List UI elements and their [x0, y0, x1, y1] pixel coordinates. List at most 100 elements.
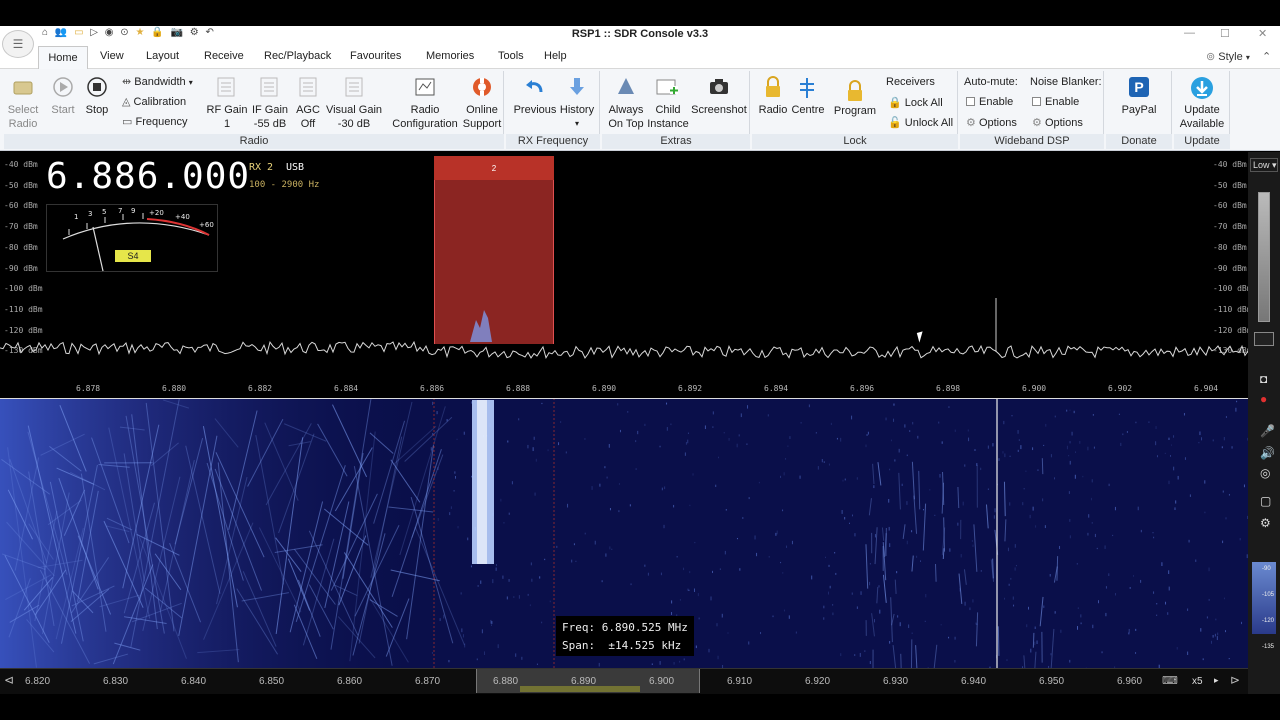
- always-on-top-icon: [618, 78, 634, 94]
- online-support-button[interactable]: Online Support: [460, 103, 504, 131]
- update-label-2: Available: [1179, 118, 1225, 130]
- gain-slider[interactable]: [1258, 192, 1270, 322]
- update-group-label: Update: [1174, 134, 1230, 149]
- lock-all-button[interactable]: 🔒 Lock All: [888, 96, 943, 109]
- menu-tools[interactable]: Tools: [498, 50, 524, 62]
- frequency-button[interactable]: ▭ Frequency: [122, 115, 187, 128]
- tab-home[interactable]: Home: [38, 46, 88, 69]
- frequency-display[interactable]: 6.886.000: [46, 156, 250, 197]
- camera-icon: [710, 79, 728, 94]
- window-icon[interactable]: ▢: [1260, 494, 1271, 508]
- microphone-icon[interactable]: 🎤: [1260, 424, 1275, 438]
- slider-thumb[interactable]: [1254, 332, 1274, 346]
- scroll-right-icon[interactable]: ⊳: [1230, 673, 1240, 687]
- update-label-1: Update: [1184, 104, 1220, 116]
- zoom-next-icon[interactable]: ▸: [1214, 675, 1219, 686]
- stop-icon: [87, 77, 107, 97]
- select-radio-label-2: Radio: [8, 118, 38, 130]
- start-button[interactable]: Start: [46, 103, 80, 117]
- close-button[interactable]: ✕: [1258, 27, 1267, 40]
- noise-blanker-enable-checkbox[interactable]: Enable: [1032, 96, 1079, 108]
- calibration-button[interactable]: ◬ Calibration: [122, 95, 186, 108]
- quick-access-toolbar[interactable]: ⌂ 👥 ▭ ▷ ◉ ⊙ ★ 🔒 📷 ⚙ ↶: [42, 27, 214, 38]
- camera-icon[interactable]: ◘: [1260, 372, 1267, 386]
- scroll-left-icon[interactable]: ⊲: [4, 673, 14, 687]
- centre-button[interactable]: Centre: [788, 103, 828, 117]
- favourite-icon[interactable]: ★: [135, 27, 144, 38]
- dbm-label: -50 dBm: [4, 180, 38, 190]
- stop-button[interactable]: Stop: [80, 103, 114, 117]
- select-radio-label-1: Select: [7, 104, 39, 116]
- undo-icon[interactable]: ↶: [205, 27, 213, 38]
- bandwidth-label: Bandwidth: [134, 76, 186, 88]
- chevron-down-icon: ▾: [574, 119, 579, 128]
- agc-button[interactable]: AGC Off: [292, 103, 324, 131]
- always-on-top-label-1: Always: [608, 104, 644, 116]
- chevron-down-icon: ▾: [188, 78, 193, 87]
- ribbon-collapse-icon[interactable]: ⌃: [1262, 50, 1271, 63]
- tooltip-span-value: ±14.525 kHz: [608, 639, 682, 652]
- gear-icon[interactable]: ⚙: [190, 27, 199, 38]
- lock-radio-button[interactable]: Radio: [756, 103, 790, 117]
- radio-configuration-label-2: Configuration: [392, 118, 458, 130]
- auto-mute-enable-checkbox[interactable]: Enable: [966, 96, 1013, 108]
- app-menu-button[interactable]: ☰: [2, 30, 34, 58]
- users-icon[interactable]: 👥: [55, 27, 67, 38]
- home-icon[interactable]: ⌂: [42, 27, 48, 38]
- always-on-top-button[interactable]: Always On Top: [604, 103, 648, 131]
- child-instance-button[interactable]: Child Instance: [644, 103, 692, 131]
- radio-group-label: Radio: [4, 134, 504, 149]
- play-icon[interactable]: ▷: [90, 27, 98, 38]
- program-button[interactable]: Program: [830, 104, 880, 118]
- low-dropdown[interactable]: Low ▾: [1250, 158, 1278, 172]
- bandwidth-icon: ⇹: [122, 76, 132, 88]
- receiver-band-header[interactable]: 2: [434, 156, 554, 180]
- stop-icon[interactable]: ⊙: [120, 27, 128, 38]
- minimize-button[interactable]: —: [1184, 27, 1195, 39]
- if-gain-button[interactable]: IF Gain -55 dB: [248, 103, 292, 131]
- bandwidth-button[interactable]: ⇹ Bandwidth ▾: [122, 75, 193, 88]
- paypal-button[interactable]: PayPal: [1112, 103, 1166, 117]
- folder-icon[interactable]: ▭: [74, 27, 83, 38]
- previous-button[interactable]: Previous: [510, 103, 560, 117]
- menu-favourites[interactable]: Favourites: [350, 50, 401, 62]
- sdr-console-window: RSP1 :: SDR Console v3.3 ⌂ 👥 ▭ ▷ ◉ ⊙ ★ 🔒…: [0, 0, 1280, 720]
- auto-mute-options-button[interactable]: ⚙ Options: [966, 116, 1017, 129]
- radio-configuration-button[interactable]: Radio Configuration: [388, 103, 462, 131]
- menu-view[interactable]: View: [100, 50, 124, 62]
- padlock-icon: 🔓: [888, 117, 902, 129]
- frequency-tick-label: 6.888: [506, 384, 531, 393]
- menu-memories[interactable]: Memories: [426, 50, 474, 62]
- style-button[interactable]: ⊚ Style ▾: [1206, 50, 1250, 63]
- camera-icon[interactable]: 📷: [170, 27, 182, 38]
- select-radio-button[interactable]: Select Radio: [4, 103, 42, 131]
- receiver-marker-label: 2: [491, 164, 497, 173]
- wideband-tick-label: 6.890: [571, 676, 597, 687]
- noise-blanker-options-button[interactable]: ⚙ Options: [1032, 116, 1083, 129]
- lock-icon[interactable]: 🔒: [151, 27, 163, 38]
- maximize-button[interactable]: ☐: [1220, 27, 1230, 40]
- checkbox-icon: [966, 97, 975, 106]
- compass-icon[interactable]: ◎: [1260, 466, 1270, 480]
- menu-help[interactable]: Help: [544, 50, 567, 62]
- gear-icon[interactable]: ⚙: [1260, 516, 1271, 530]
- screenshot-button[interactable]: Screenshot: [690, 103, 748, 117]
- menu-layout[interactable]: Layout: [146, 50, 179, 62]
- tooltip-freq-value: 6.890.525 MHz: [601, 621, 688, 634]
- frequency-tick-label: 6.884: [334, 384, 359, 393]
- visual-gain-button[interactable]: Visual Gain -30 dB: [324, 103, 384, 131]
- record-icon[interactable]: ●: [1260, 392, 1267, 406]
- zoom-level[interactable]: x5: [1192, 676, 1203, 687]
- wideband-tick-label: 6.930: [883, 676, 909, 687]
- update-available-button[interactable]: Update Available: [1174, 103, 1230, 131]
- frequency-tick-label: 6.904: [1194, 384, 1219, 393]
- speaker-icon[interactable]: 🔊: [1260, 446, 1275, 460]
- menu-receive[interactable]: Receive: [204, 50, 244, 62]
- menu-rec-playback[interactable]: Rec/Playback: [264, 50, 331, 62]
- keyboard-icon[interactable]: ⌨: [1162, 674, 1178, 687]
- record-icon[interactable]: ◉: [105, 27, 114, 38]
- unlock-all-button[interactable]: 🔓 Unlock All: [888, 116, 953, 129]
- rf-gain-button[interactable]: RF Gain 1: [204, 103, 250, 131]
- history-button[interactable]: History ▾: [556, 103, 598, 131]
- mode-label[interactable]: USB: [286, 162, 304, 173]
